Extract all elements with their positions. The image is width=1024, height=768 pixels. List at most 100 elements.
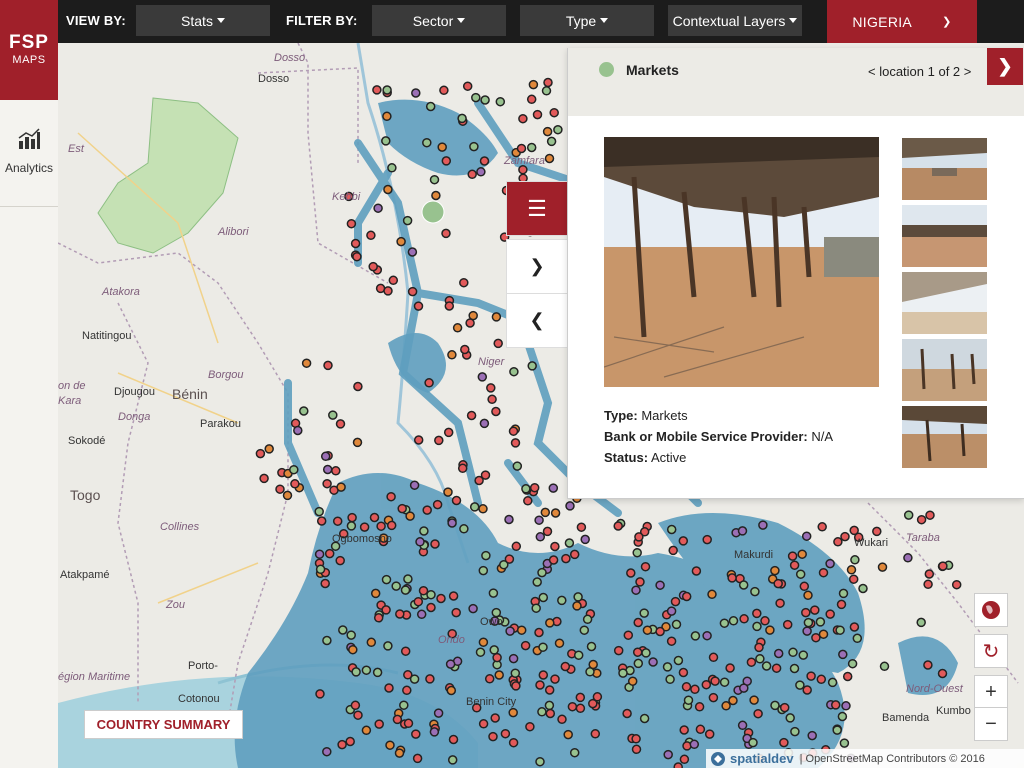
location-marker[interactable] — [544, 685, 555, 695]
location-marker[interactable] — [837, 711, 848, 722]
location-marker[interactable] — [259, 473, 269, 484]
location-marker[interactable] — [434, 435, 444, 446]
location-marker[interactable] — [322, 464, 333, 475]
location-marker[interactable] — [352, 251, 362, 262]
photo-thumbnail-4[interactable] — [902, 339, 987, 401]
location-marker[interactable] — [632, 647, 643, 657]
location-marker[interactable] — [818, 629, 829, 639]
location-marker[interactable] — [634, 532, 644, 542]
location-marker[interactable] — [422, 137, 432, 148]
location-marker[interactable] — [532, 577, 542, 587]
location-marker[interactable] — [632, 547, 642, 558]
location-marker[interactable] — [550, 541, 560, 552]
location-marker[interactable] — [338, 625, 348, 635]
location-marker[interactable] — [702, 534, 712, 545]
location-marker[interactable] — [534, 627, 544, 638]
location-marker[interactable] — [613, 521, 623, 531]
location-marker[interactable] — [550, 674, 560, 684]
sector-filter-dropdown[interactable]: Sector — [372, 5, 506, 36]
location-marker[interactable] — [469, 141, 479, 152]
location-marker[interactable] — [560, 661, 571, 672]
location-marker[interactable] — [529, 482, 540, 493]
location-marker[interactable] — [708, 652, 719, 663]
location-marker[interactable] — [315, 564, 326, 575]
location-marker[interactable] — [579, 625, 590, 635]
location-marker[interactable] — [444, 301, 455, 311]
location-marker[interactable] — [850, 555, 860, 565]
location-marker[interactable] — [381, 574, 392, 585]
location-marker[interactable] — [951, 579, 962, 590]
location-marker[interactable] — [655, 626, 665, 637]
location-marker[interactable] — [451, 607, 461, 618]
location-marker[interactable] — [478, 504, 488, 514]
location-marker[interactable] — [405, 511, 415, 521]
location-marker[interactable] — [666, 524, 677, 535]
location-marker[interactable] — [400, 646, 411, 656]
location-marker[interactable] — [436, 593, 446, 604]
location-marker[interactable] — [765, 625, 775, 635]
location-marker[interactable] — [399, 700, 409, 710]
location-marker[interactable] — [328, 410, 338, 420]
next-location-button[interactable]: ❯ — [987, 48, 1023, 85]
location-marker[interactable] — [648, 657, 658, 667]
location-marker[interactable] — [469, 502, 480, 512]
location-marker[interactable] — [673, 655, 684, 666]
location-marker[interactable] — [710, 676, 720, 686]
location-marker[interactable] — [852, 633, 863, 644]
location-marker[interactable] — [546, 136, 557, 147]
location-marker[interactable] — [476, 167, 486, 177]
location-marker[interactable] — [773, 578, 783, 589]
location-marker[interactable] — [841, 701, 851, 711]
location-marker[interactable] — [916, 514, 927, 525]
location-marker[interactable] — [475, 647, 486, 657]
location-marker[interactable] — [816, 674, 827, 685]
location-marker[interactable] — [802, 626, 812, 636]
location-marker[interactable] — [775, 598, 785, 608]
location-marker[interactable] — [535, 680, 545, 690]
location-marker[interactable] — [403, 718, 414, 729]
layers-menu-button[interactable]: ☰ — [506, 181, 568, 236]
location-marker[interactable] — [381, 136, 391, 146]
location-marker[interactable] — [415, 537, 425, 547]
location-marker[interactable] — [316, 516, 327, 526]
location-marker[interactable] — [582, 614, 593, 625]
location-marker[interactable] — [681, 682, 692, 692]
location-marker[interactable] — [575, 692, 586, 703]
location-marker[interactable] — [386, 491, 396, 502]
location-marker[interactable] — [452, 323, 463, 333]
location-marker[interactable] — [789, 663, 800, 674]
location-marker[interactable] — [346, 521, 357, 531]
location-marker[interactable] — [802, 685, 812, 695]
location-marker[interactable] — [903, 510, 914, 520]
attribution-brand[interactable]: spatialdev — [730, 751, 794, 766]
location-marker[interactable] — [413, 596, 424, 607]
location-marker[interactable] — [938, 561, 948, 571]
location-marker[interactable] — [750, 586, 760, 597]
location-marker[interactable] — [761, 661, 772, 671]
reset-view-button[interactable]: ↻ — [974, 634, 1008, 668]
location-marker[interactable] — [425, 101, 436, 112]
location-marker[interactable] — [567, 701, 578, 712]
location-marker[interactable] — [668, 545, 678, 556]
location-marker[interactable] — [460, 344, 470, 355]
location-marker[interactable] — [673, 762, 683, 768]
location-marker[interactable] — [633, 617, 643, 628]
location-marker[interactable] — [840, 531, 850, 542]
location-marker[interactable] — [549, 107, 559, 118]
location-marker[interactable] — [465, 318, 475, 328]
location-marker[interactable] — [447, 350, 457, 360]
location-marker[interactable] — [708, 692, 719, 703]
location-marker[interactable] — [484, 674, 495, 684]
location-marker[interactable] — [760, 616, 770, 626]
location-marker[interactable] — [872, 526, 882, 537]
location-marker[interactable] — [569, 549, 580, 560]
location-marker[interactable] — [451, 495, 462, 506]
contextual-layers-dropdown[interactable]: Contextual Layers — [668, 5, 802, 36]
location-marker[interactable] — [348, 644, 358, 655]
location-marker[interactable] — [640, 561, 651, 572]
location-marker[interactable] — [737, 720, 748, 731]
location-marker[interactable] — [394, 748, 405, 758]
location-marker[interactable] — [538, 670, 549, 680]
location-marker[interactable] — [353, 710, 363, 720]
location-marker[interactable] — [462, 81, 473, 91]
